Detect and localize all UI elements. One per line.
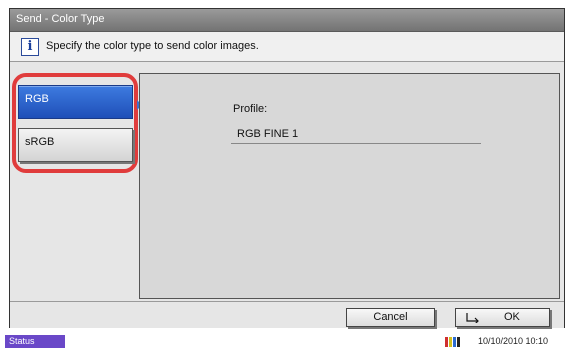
rgb-button[interactable]: RGB <box>18 85 133 119</box>
info-bar: i Specify the color type to send color i… <box>10 32 564 62</box>
ok-button[interactable]: OK <box>455 308 550 327</box>
device-frame: Send - Color Type i Specify the color ty… <box>0 0 573 349</box>
action-bar: Cancel OK <box>10 301 564 328</box>
info-message: Specify the color type to send color ima… <box>46 40 259 52</box>
status-button[interactable]: Status <box>5 335 65 348</box>
profile-label: Profile: <box>233 103 268 115</box>
enter-icon <box>466 313 479 323</box>
send-color-type-screen: Send - Color Type i Specify the color ty… <box>9 8 565 328</box>
color-type-list: RGB sRGB <box>10 63 142 300</box>
profile-panel: Profile: RGB FINE 1 <box>139 73 560 299</box>
cancel-button[interactable]: Cancel <box>346 308 435 327</box>
info-icon: i <box>21 38 39 56</box>
profile-value: RGB FINE 1 <box>237 128 299 140</box>
toner-level-icon <box>445 337 460 347</box>
profile-divider <box>231 143 481 144</box>
srgb-button[interactable]: sRGB <box>18 128 133 162</box>
datetime: 10/10/2010 10:10 <box>478 336 549 346</box>
window-title: Send - Color Type <box>10 9 564 32</box>
ok-label: OK <box>504 311 520 323</box>
status-bar: Status 10/10/2010 10:10 <box>0 334 573 349</box>
